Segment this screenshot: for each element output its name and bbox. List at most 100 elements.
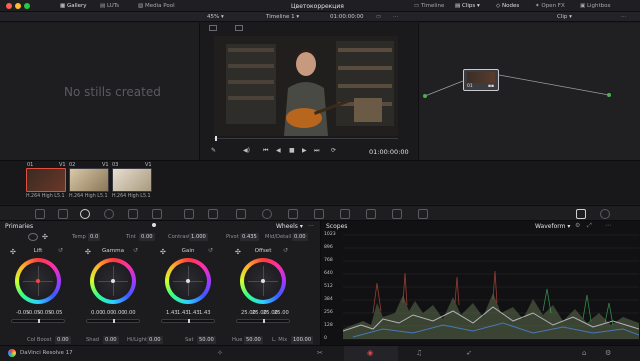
wheel-puck[interactable]: [111, 279, 115, 283]
play-icon[interactable]: ▶: [302, 147, 307, 154]
more-icon[interactable]: ···: [308, 223, 314, 230]
wheel-value-b[interactable]: 0.00: [124, 310, 136, 316]
settings-icon[interactable]: ⚙: [605, 349, 611, 357]
wheel-value-g[interactable]: 0.00: [113, 310, 125, 316]
color-picker-icon[interactable]: ✎: [211, 147, 216, 154]
magic-mask-icon[interactable]: [314, 209, 324, 219]
wheel-puck[interactable]: [186, 279, 190, 283]
scrubber-track[interactable]: [214, 138, 398, 139]
fairlight-page-icon[interactable]: ♫: [416, 349, 422, 357]
window-icon[interactable]: [262, 209, 272, 219]
wheel-reset-icon[interactable]: ↺: [133, 247, 138, 254]
tint-value[interactable]: 0.00: [139, 233, 155, 241]
scope-settings-icon[interactable]: ⚙: [575, 222, 580, 229]
tracker-icon[interactable]: [288, 209, 298, 219]
viewer-mode-icon[interactable]: [209, 25, 217, 31]
qualifier-icon[interactable]: [236, 209, 246, 219]
window-minimize-icon[interactable]: [15, 3, 21, 9]
previous-clip-icon[interactable]: ⏮: [263, 147, 268, 155]
wipe-icon[interactable]: [235, 25, 243, 31]
more-icon[interactable]: ···: [621, 14, 626, 20]
wheel-value-g[interactable]: 1.43: [188, 310, 200, 316]
timeline-tab[interactable]: ▭ Timeline: [414, 3, 444, 9]
viewer-options-icon[interactable]: ▭: [376, 14, 381, 20]
contrast-value[interactable]: 1.000: [189, 233, 208, 241]
color-wheel[interactable]: [240, 258, 286, 304]
color-wheel[interactable]: [165, 258, 211, 304]
color-wheel[interactable]: [15, 258, 61, 304]
3d-icon[interactable]: [418, 209, 428, 219]
wheel-value-g[interactable]: -0.05: [38, 310, 51, 316]
loop-icon[interactable]: ⟳: [331, 147, 336, 154]
node-01[interactable]: 01 ▪▪: [463, 69, 499, 91]
stop-icon[interactable]: ■: [289, 147, 295, 154]
wheel-value-b[interactable]: 1.43: [199, 310, 211, 316]
wheel-value-r[interactable]: 1.43: [177, 310, 189, 316]
waveform-dropdown[interactable]: Waveform ▾: [535, 223, 570, 230]
wheel-value-b[interactable]: -0.05: [49, 310, 62, 316]
wheel-reset-icon[interactable]: ↺: [208, 247, 213, 254]
color-wheels-icon[interactable]: [80, 209, 90, 219]
color-warper-icon[interactable]: [208, 209, 218, 219]
deliver-page-icon[interactable]: ➶: [466, 349, 472, 357]
key-icon[interactable]: [366, 209, 376, 219]
next-clip-icon[interactable]: ⏭: [314, 147, 319, 155]
camera-raw-icon[interactable]: [35, 209, 45, 219]
home-icon[interactable]: ⌂: [582, 349, 586, 357]
audio-icon[interactable]: ◀): [243, 147, 250, 154]
wheel-puck[interactable]: [261, 279, 265, 283]
gallery-tab[interactable]: ▦ Gallery: [60, 3, 87, 9]
fusion-page-icon[interactable]: ✧: [217, 349, 223, 357]
hi-light-value[interactable]: 0.00: [147, 336, 163, 344]
hue-value[interactable]: 50.00: [244, 336, 263, 344]
color-page-icon[interactable]: ◉: [367, 349, 373, 357]
slider-knob[interactable]: [38, 319, 40, 323]
temp-value[interactable]: 0.0: [88, 233, 101, 241]
color-wheel[interactable]: [90, 258, 136, 304]
wheel-master-slider[interactable]: [236, 319, 290, 323]
col-boost-value[interactable]: 0.00: [55, 336, 71, 344]
blur-icon[interactable]: [340, 209, 350, 219]
wheels-mode-dropdown[interactable]: Wheels ▾: [276, 223, 303, 230]
wheel-value-y[interactable]: 1.43: [166, 310, 178, 316]
window-zoom-icon[interactable]: [24, 3, 30, 9]
wheel-reset-icon[interactable]: ↺: [58, 247, 63, 254]
playhead-marker[interactable]: [215, 136, 217, 141]
sizing-icon[interactable]: [392, 209, 402, 219]
scope-options-icon[interactable]: ⋯: [605, 222, 611, 229]
slider-knob[interactable]: [188, 319, 190, 323]
wheel-value-r[interactable]: 0.00: [102, 310, 114, 316]
wheel-value-r[interactable]: 25.00: [252, 310, 267, 316]
scopes-icon[interactable]: [576, 209, 586, 219]
reverse-play-icon[interactable]: ◀: [276, 147, 281, 154]
timeline-dropdown[interactable]: Timeline 1 ▾: [266, 14, 299, 20]
lum-mix-value[interactable]: 100.00: [291, 336, 314, 344]
lightbox-tab[interactable]: ▣ Lightbox: [580, 3, 611, 9]
node-mode-dropdown[interactable]: Clip ▾: [557, 14, 572, 20]
pivot-value[interactable]: 0.435: [240, 233, 259, 241]
edit-page-icon[interactable]: ✂: [317, 349, 323, 357]
luts-tab[interactable]: ▤ LUTs: [100, 3, 119, 9]
wheel-master-slider[interactable]: [86, 319, 140, 323]
nodes-tab[interactable]: ◇ Nodes: [496, 3, 519, 9]
wheel-value-y[interactable]: 25.00: [241, 310, 256, 316]
slider-knob[interactable]: [263, 319, 265, 323]
slider-knob[interactable]: [113, 319, 115, 323]
wheel-value-b[interactable]: 25.00: [274, 310, 289, 316]
color-match-icon[interactable]: [58, 209, 68, 219]
wheel-reset-icon[interactable]: ↺: [283, 247, 288, 254]
window-close-icon[interactable]: [6, 3, 12, 9]
clip-thumbnail-3[interactable]: [112, 168, 152, 192]
zoom-dropdown[interactable]: 45% ▾: [207, 14, 224, 20]
wheel-master-slider[interactable]: [161, 319, 215, 323]
wheel-value-g[interactable]: 25.00: [263, 310, 278, 316]
rgb-mixer-icon[interactable]: [128, 209, 138, 219]
hdr-wheels-icon[interactable]: [104, 209, 114, 219]
wheel-value-r[interactable]: -0.05: [27, 310, 40, 316]
reset-icon[interactable]: [28, 233, 38, 241]
motion-effects-icon[interactable]: [152, 209, 162, 219]
expand-icon[interactable]: ⤢: [587, 222, 592, 230]
sat-value[interactable]: 50.00: [197, 336, 216, 344]
wheel-master-slider[interactable]: [11, 319, 65, 323]
shad-value[interactable]: 0.00: [103, 336, 119, 344]
